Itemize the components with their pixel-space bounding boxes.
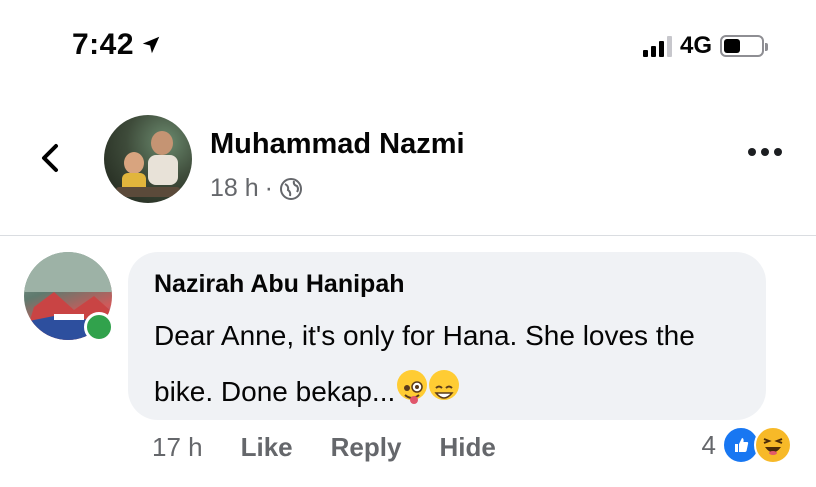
more-dot [748, 148, 756, 156]
header-divider [0, 235, 816, 236]
like-button[interactable]: Like [241, 432, 293, 463]
post-time: 18 h [210, 174, 259, 202]
post-meta: 18 h · [210, 174, 303, 203]
signal-icon [642, 35, 672, 57]
chevron-left-icon[interactable] [32, 138, 72, 178]
avatar-photo [116, 131, 180, 197]
more-dot [761, 148, 769, 156]
author-name[interactable]: Muhammad Nazmi [210, 128, 465, 161]
grinning-face-with-smiling-eyes-emoji [429, 370, 460, 400]
comment-text: Dear Anne, it's only for Hana. She loves… [154, 308, 754, 420]
haha-reaction-icon [754, 426, 792, 464]
hide-button[interactable]: Hide [439, 432, 495, 463]
status-indicators: 4G [642, 32, 768, 60]
network-label: 4G [679, 32, 712, 59]
reactions-summary[interactable]: 4 [702, 426, 792, 464]
author-avatar[interactable] [104, 115, 192, 203]
online-status-dot [84, 312, 114, 342]
globe-icon [280, 177, 302, 200]
reply-button[interactable]: Reply [331, 432, 402, 463]
reaction-count: 4 [701, 429, 716, 460]
comment-actions: 17 h Like Reply Hide [152, 432, 534, 463]
meta-separator: · [264, 174, 273, 202]
more-dot [774, 148, 782, 156]
winking-face-with-tongue-emoji [397, 370, 428, 404]
clock-text: 7:42 [72, 28, 135, 61]
more-options-button[interactable] [748, 148, 782, 156]
comment-bubble[interactable]: Nazirah Abu Hanipah Dear Anne, it's only… [128, 252, 766, 420]
comment-time: 17 h [152, 432, 203, 462]
commenter-name[interactable]: Nazirah Abu Hanipah [154, 270, 405, 299]
location-arrow-icon [142, 36, 160, 54]
status-time: 7:42 [72, 28, 162, 62]
battery-icon [720, 35, 768, 57]
